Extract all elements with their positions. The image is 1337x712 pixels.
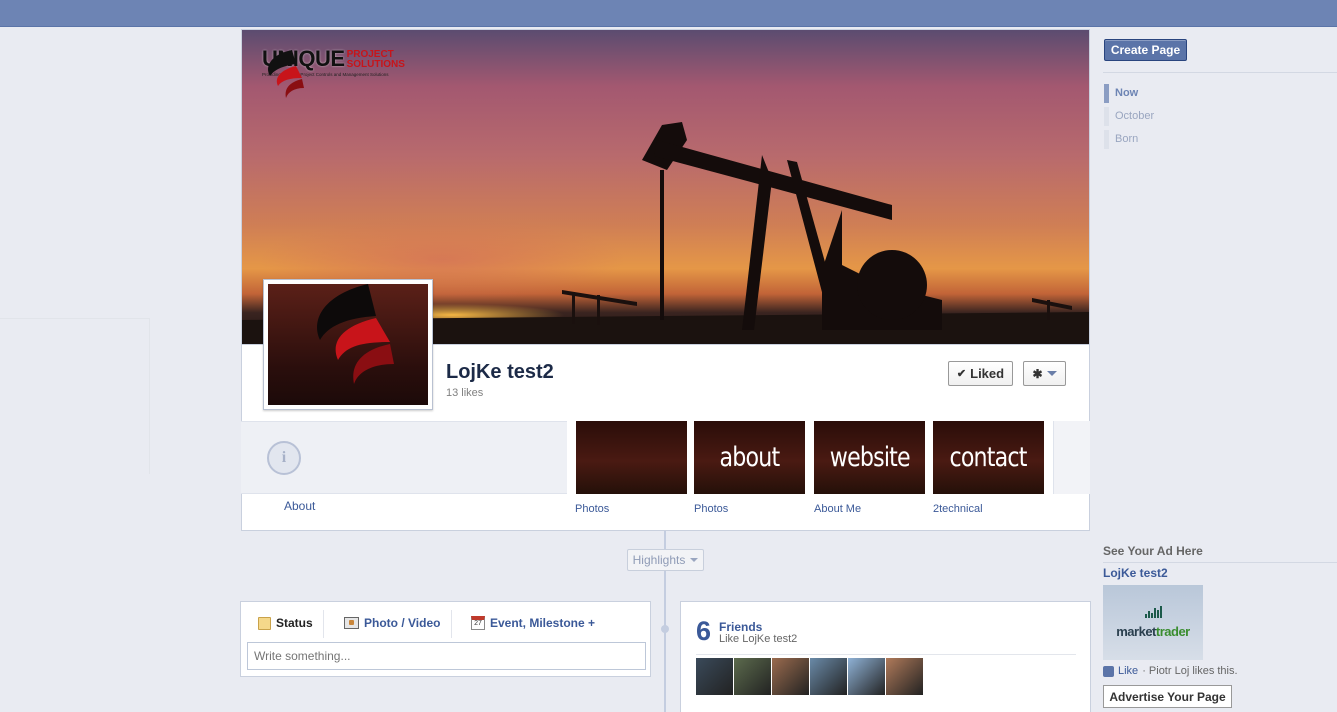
photo-icon	[344, 617, 359, 629]
tab-status[interactable]: Status	[258, 616, 313, 630]
ad-image[interactable]: markettrader	[1103, 585, 1203, 660]
top-bar	[0, 0, 1337, 27]
status-input[interactable]	[247, 642, 646, 670]
friends-box	[680, 601, 1091, 712]
check-icon: ✔	[956, 368, 967, 380]
app-tile-text: about	[719, 442, 781, 473]
ad-like-link[interactable]: Like	[1118, 665, 1138, 677]
chevron-down-icon	[1046, 371, 1057, 376]
ad-divider	[1103, 562, 1337, 563]
brand-logo: UNIQUE PROJECT SOLUTIONS Providing Effec…	[262, 48, 405, 98]
app-label-photos[interactable]: Photos	[575, 503, 609, 515]
ad-like-row: Like · Piotr Loj likes this.	[1103, 665, 1238, 677]
profile-picture[interactable]	[263, 279, 433, 410]
tab-divider	[323, 610, 324, 638]
ad-like-text: · Piotr Loj likes this.	[1142, 665, 1238, 677]
calendar-icon: 27	[471, 616, 485, 630]
app-tile-website[interactable]: website	[814, 421, 925, 494]
status-icon	[258, 616, 271, 630]
timeline-nav-born[interactable]: Born	[1104, 130, 1138, 149]
likes-count[interactable]: 13 likes	[446, 387, 483, 399]
app-label-2technical[interactable]: 2technical	[933, 503, 983, 515]
brand-sub-2: SOLUTIONS	[346, 59, 405, 70]
friend-thumbnail[interactable]	[848, 658, 885, 695]
tab-divider	[451, 610, 452, 638]
tab-event-label: Event, Milestone +	[490, 616, 596, 630]
app-label-about-me[interactable]: About Me	[814, 503, 861, 515]
app-label-photos-2[interactable]: Photos	[694, 503, 728, 515]
profile-logo-icon	[317, 284, 394, 384]
friends-divider	[696, 654, 1076, 655]
friends-title-link[interactable]: Friends	[719, 620, 762, 634]
friend-thumbnail[interactable]	[886, 658, 923, 695]
logo-icon	[268, 50, 304, 98]
ad-heading[interactable]: See Your Ad Here	[1103, 544, 1203, 558]
friends-count: 6	[696, 616, 712, 646]
liked-label: Liked	[970, 366, 1005, 381]
timeline-nav-october[interactable]: October	[1104, 107, 1154, 126]
tab-photo-video[interactable]: Photo / Video	[344, 616, 440, 630]
liked-button[interactable]: ✔ Liked	[948, 361, 1013, 386]
settings-button[interactable]: ✱	[1023, 361, 1066, 386]
thumbs-up-icon	[1103, 665, 1114, 677]
ad-title-link[interactable]: LojKe test2	[1103, 566, 1168, 580]
gear-icon: ✱	[1032, 366, 1043, 381]
app-tile-about[interactable]: about	[694, 421, 805, 494]
friend-thumbnail[interactable]	[696, 658, 733, 695]
chevron-down-icon	[690, 558, 699, 562]
sidebar-divider	[1103, 72, 1337, 73]
app-tile-photos[interactable]	[576, 421, 687, 494]
tab-event-milestone[interactable]: 27 Event, Milestone +	[471, 616, 595, 630]
left-panel-outline	[0, 318, 150, 474]
ad-image-logo: markettrader	[1116, 624, 1190, 639]
page-title: LojKe test2	[446, 361, 554, 383]
info-icon: i	[267, 441, 301, 475]
timeline-nav-now[interactable]: Now	[1104, 84, 1138, 103]
app-more-tile[interactable]	[1053, 421, 1090, 494]
post-composer: Status Photo / Video 27 Event, Milestone…	[240, 601, 651, 677]
highlights-dropdown[interactable]: Highlights	[627, 549, 704, 571]
friend-thumbnail[interactable]	[772, 658, 809, 695]
friend-thumbnail[interactable]	[734, 658, 771, 695]
friend-thumbnail[interactable]	[810, 658, 847, 695]
create-page-button[interactable]: Create Page	[1104, 39, 1187, 61]
tab-photo-label: Photo / Video	[364, 616, 441, 630]
timeline-dot	[661, 625, 669, 633]
about-link[interactable]: About	[284, 499, 315, 513]
app-tile-text: contact	[949, 442, 1028, 473]
chart-bars-icon	[1144, 606, 1162, 618]
friends-subtitle: Like LojKe test2	[719, 633, 798, 645]
advertise-page-button[interactable]: Advertise Your Page	[1103, 685, 1232, 708]
highlights-label: Highlights	[632, 553, 686, 567]
tab-status-label: Status	[276, 616, 313, 630]
app-tile-contact[interactable]: contact	[933, 421, 1044, 494]
app-tile-text: website	[829, 442, 910, 473]
